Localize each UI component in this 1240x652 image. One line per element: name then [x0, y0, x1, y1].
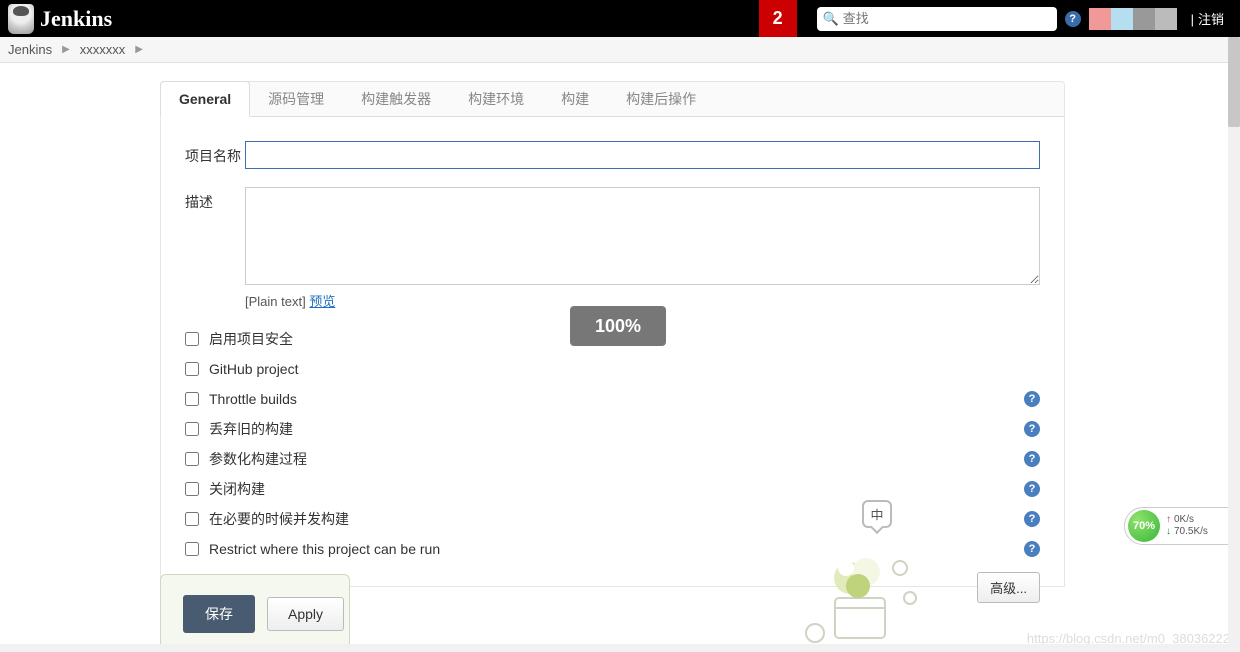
- help-icon[interactable]: ?: [1024, 481, 1040, 497]
- avatar-segment: [1155, 8, 1177, 30]
- checkbox-label: 关闭构建: [209, 479, 265, 499]
- help-icon[interactable]: ?: [1024, 421, 1040, 437]
- horizontal-scrollbar[interactable]: [0, 644, 1228, 652]
- chevron-right-icon: ▶: [135, 44, 143, 55]
- progress-overlay: 100%: [570, 306, 666, 346]
- throttle-builds-checkbox[interactable]: [185, 392, 199, 406]
- user-avatar[interactable]: [1089, 8, 1177, 30]
- project-name-input[interactable]: [245, 141, 1040, 169]
- action-bar: 保存 Apply: [160, 574, 350, 652]
- checkbox-row-disable: 关闭构建 ?: [185, 474, 1040, 504]
- advanced-button[interactable]: 高级...: [977, 572, 1040, 603]
- apply-button[interactable]: Apply: [267, 597, 344, 631]
- checkbox-row-github: GitHub project: [185, 354, 1040, 384]
- search-container: 🔍 ?: [817, 7, 1081, 31]
- tab-general[interactable]: General: [160, 81, 250, 117]
- avatar-segment: [1133, 8, 1155, 30]
- brand-text: Jenkins: [40, 6, 112, 32]
- checkbox-label: Restrict where this project can be run: [209, 541, 440, 557]
- checkbox-label: 在必要的时候并发构建: [209, 509, 349, 529]
- tab-scm[interactable]: 源码管理: [250, 82, 343, 116]
- search-help-icon[interactable]: ?: [1065, 11, 1081, 27]
- tab-build-env[interactable]: 构建环境: [450, 82, 543, 116]
- avatar-segment: [1111, 8, 1133, 30]
- enable-security-checkbox[interactable]: [185, 332, 199, 346]
- checkbox-row-discard: 丢弃旧的构建 ?: [185, 414, 1040, 444]
- search-input[interactable]: [839, 11, 1051, 26]
- notification-badge[interactable]: 2: [759, 0, 797, 37]
- breadcrumb: Jenkins ▶ xxxxxxx ▶: [0, 37, 1240, 63]
- logout-link[interactable]: |注销: [1191, 9, 1224, 28]
- checkbox-row-throttle: Throttle builds ?: [185, 384, 1040, 414]
- help-icon[interactable]: ?: [1024, 391, 1040, 407]
- parameterized-build-checkbox[interactable]: [185, 452, 199, 466]
- checkbox-row-parameterized: 参数化构建过程 ?: [185, 444, 1040, 474]
- top-bar: Jenkins 2 🔍 ? |注销: [0, 0, 1240, 37]
- config-tabs: General 源码管理 构建触发器 构建环境 构建 构建后操作: [160, 81, 1065, 117]
- description-textarea[interactable]: [245, 187, 1040, 285]
- download-rate: 70.5K/s: [1166, 526, 1208, 538]
- tab-build[interactable]: 构建: [543, 82, 608, 116]
- plain-text-label: [Plain text]: [245, 294, 306, 309]
- search-box[interactable]: 🔍: [817, 7, 1057, 31]
- save-button[interactable]: 保存: [183, 595, 255, 633]
- restrict-run-checkbox[interactable]: [185, 542, 199, 556]
- checkbox-label: 参数化构建过程: [209, 449, 307, 469]
- checkbox-label: GitHub project: [209, 361, 298, 377]
- network-percent: 70%: [1128, 510, 1160, 542]
- help-icon[interactable]: ?: [1024, 511, 1040, 527]
- project-name-label: 项目名称: [185, 141, 245, 166]
- checkbox-row-concurrent: 在必要的时候并发构建 ?: [185, 504, 1040, 534]
- network-widget: 70% 0K/s 70.5K/s: [1124, 507, 1240, 545]
- vertical-scrollbar[interactable]: [1228, 37, 1240, 652]
- checkbox-label: Throttle builds: [209, 391, 297, 407]
- checkbox-row-restrict: Restrict where this project can be run ?: [185, 534, 1040, 564]
- concurrent-build-checkbox[interactable]: [185, 512, 199, 526]
- network-rates: 0K/s 70.5K/s: [1166, 514, 1208, 538]
- tab-triggers[interactable]: 构建触发器: [343, 82, 450, 116]
- preview-link[interactable]: 预览: [309, 294, 335, 309]
- checkbox-label: 丢弃旧的构建: [209, 419, 293, 439]
- help-icon[interactable]: ?: [1024, 451, 1040, 467]
- checkbox-label: 启用项目安全: [209, 329, 293, 349]
- general-section: 项目名称 描述 [Plain text] 预览 启用项目安全 GitHub pr…: [160, 117, 1065, 587]
- avatar-segment: [1089, 8, 1111, 30]
- tab-post-build[interactable]: 构建后操作: [608, 82, 715, 116]
- description-label: 描述: [185, 187, 245, 212]
- help-icon[interactable]: ?: [1024, 541, 1040, 557]
- search-icon: 🔍: [823, 11, 839, 27]
- chevron-right-icon: ▶: [62, 44, 70, 55]
- breadcrumb-item[interactable]: xxxxxxx: [80, 42, 126, 57]
- breadcrumb-item[interactable]: Jenkins: [8, 42, 52, 57]
- discard-old-builds-checkbox[interactable]: [185, 422, 199, 436]
- logo[interactable]: Jenkins: [0, 4, 112, 34]
- disable-build-checkbox[interactable]: [185, 482, 199, 496]
- jenkins-logo-icon: [8, 4, 34, 34]
- upload-rate: 0K/s: [1166, 514, 1208, 526]
- ime-indicator: 中: [862, 500, 892, 528]
- github-project-checkbox[interactable]: [185, 362, 199, 376]
- scrollbar-thumb[interactable]: [1228, 37, 1240, 127]
